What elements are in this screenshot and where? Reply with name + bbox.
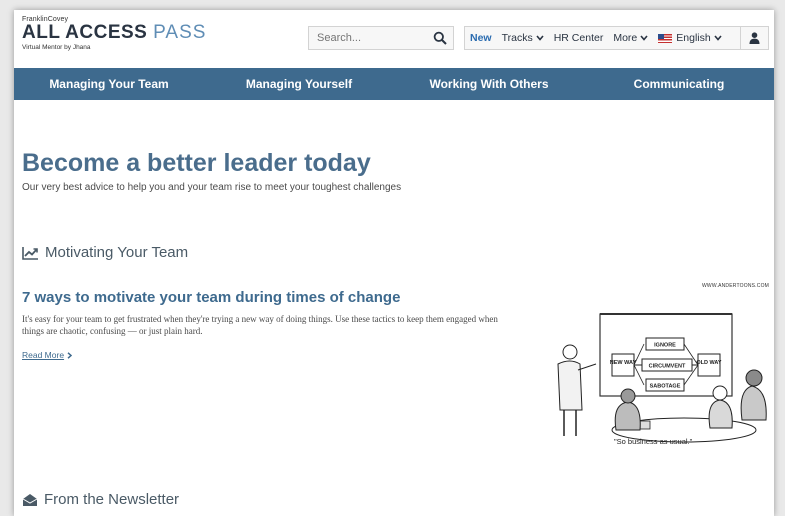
article-cartoon-image: NEW WAY IGNORE CIRCUMVENT SABOTAGE OLD W… bbox=[557, 313, 767, 443]
cartoon-label-ignore: IGNORE bbox=[654, 343, 676, 349]
category-nav: Managing Your Team Managing Yourself Wor… bbox=[14, 68, 774, 100]
search-icon[interactable] bbox=[433, 31, 447, 45]
page-title: Become a better leader today bbox=[22, 149, 371, 177]
top-header: FranklinCovey ALL ACCESS PASS Virtual Me… bbox=[14, 10, 774, 68]
cartoon-label-sabotage: SABOTAGE bbox=[650, 384, 681, 390]
cartoon-label-old-way: OLD WAY bbox=[696, 360, 721, 366]
read-more-link[interactable]: Read More bbox=[22, 350, 73, 360]
search-input[interactable] bbox=[309, 27, 427, 49]
category-managing-your-team[interactable]: Managing Your Team bbox=[14, 68, 204, 100]
page-subtitle: Our very best advice to help you and you… bbox=[22, 182, 402, 193]
brand-title-main: ALL ACCESS bbox=[22, 22, 148, 43]
category-working-with-others[interactable]: Working With Others bbox=[394, 68, 584, 100]
section-title: From the Newsletter bbox=[44, 491, 180, 508]
section-heading-newsletter: From the Newsletter bbox=[22, 491, 179, 508]
user-menu-button[interactable] bbox=[740, 27, 768, 49]
article-summary: It's easy for your team to get frustrate… bbox=[22, 314, 498, 336]
brand-title-pass: PASS bbox=[153, 22, 207, 43]
nav-tracks[interactable]: Tracks bbox=[497, 32, 549, 44]
chevron-down-icon bbox=[640, 35, 648, 41]
cartoon-credit: WWW.ANDERTOONS.COM bbox=[702, 283, 770, 289]
category-managing-yourself[interactable]: Managing Yourself bbox=[204, 68, 394, 100]
nav-new-label: New bbox=[470, 32, 492, 44]
nav-new[interactable]: New bbox=[465, 32, 497, 44]
nav-tracks-label: Tracks bbox=[501, 32, 533, 44]
page: FranklinCovey ALL ACCESS PASS Virtual Me… bbox=[14, 10, 774, 516]
user-icon bbox=[749, 32, 760, 44]
nav-hr-center[interactable]: HR Center bbox=[549, 32, 609, 44]
brand-logo[interactable]: FranklinCovey ALL ACCESS PASS Virtual Me… bbox=[22, 16, 206, 51]
us-flag-icon bbox=[658, 33, 673, 43]
cartoon-caption: "So business as usual." bbox=[614, 437, 693, 446]
brand-subtitle: Virtual Mentor by Jhana bbox=[22, 44, 91, 51]
article-title[interactable]: 7 ways to motivate your team during time… bbox=[22, 289, 400, 306]
category-communicating[interactable]: Communicating bbox=[584, 68, 774, 100]
cartoon-label-new-way: NEW WAY bbox=[610, 360, 637, 366]
language-label: English bbox=[676, 32, 711, 44]
nav-hr-center-label: HR Center bbox=[553, 32, 604, 44]
open-envelope-icon bbox=[22, 493, 38, 506]
section-title: Motivating Your Team bbox=[45, 244, 189, 261]
section-heading-motivating: Motivating Your Team bbox=[22, 244, 188, 261]
chevron-down-icon bbox=[536, 35, 544, 41]
chevron-right-icon bbox=[67, 351, 73, 359]
read-more-label: Read More bbox=[22, 350, 65, 360]
search-box bbox=[308, 26, 454, 50]
language-select[interactable]: English bbox=[653, 32, 726, 44]
nav-more[interactable]: More bbox=[608, 32, 653, 44]
top-nav: New Tracks HR Center More English bbox=[464, 26, 769, 50]
trending-up-icon bbox=[22, 246, 38, 260]
brand-title: ALL ACCESS PASS bbox=[22, 23, 206, 43]
cartoon-label-circumvent: CIRCUMVENT bbox=[649, 364, 686, 370]
chevron-down-icon bbox=[714, 35, 722, 41]
nav-more-label: More bbox=[613, 32, 638, 44]
